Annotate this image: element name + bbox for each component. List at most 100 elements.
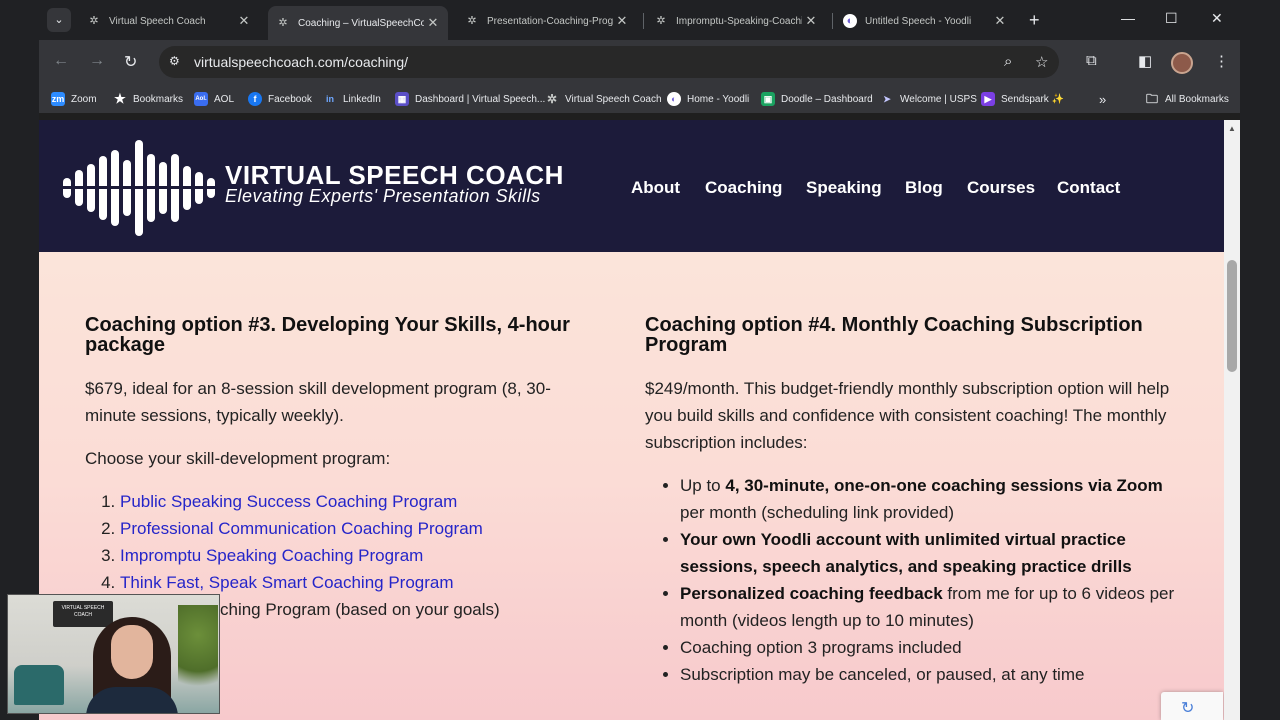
bookmark-aol[interactable]: Aol. AOL — [194, 92, 234, 106]
list-item: Up to 4, 30-minute, one-on-one coaching … — [680, 472, 1175, 526]
sound-wave-logo-icon — [63, 140, 221, 236]
recaptcha-icon: ↻ — [1181, 700, 1195, 717]
nav-contact[interactable]: Contact — [1057, 178, 1120, 198]
sendspark-icon: ▶ — [981, 92, 995, 106]
bookmark-label: Virtual Speech Coach — [565, 93, 662, 105]
bookmark-usps[interactable]: ➤ Welcome | USPS — [880, 92, 977, 106]
bookmark-linkedin[interactable]: in LinkedIn — [323, 92, 381, 106]
all-bookmarks[interactable]: 🗀 All Bookmarks — [1145, 92, 1229, 106]
maximize-icon[interactable]: ☐ — [1165, 10, 1178, 27]
page-scrollbar[interactable]: ▲ — [1224, 120, 1240, 720]
bookmark-label: Home - Yoodli — [687, 93, 750, 105]
bookmark-yoodli[interactable]: ◐ Home - Yoodli — [667, 92, 749, 106]
scroll-up-arrow-icon[interactable]: ▲ — [1228, 124, 1236, 133]
bookmark-label: Dashboard | Virtual Speech... — [415, 93, 546, 105]
tab-yoodli[interactable]: ◐ Untitled Speech - Yoodli ✕ — [835, 6, 1015, 36]
bookmark-label: Sendspark ✨ — [1001, 93, 1065, 105]
new-tab-button[interactable]: + — [1029, 10, 1040, 31]
nav-coaching[interactable]: Coaching — [705, 178, 782, 198]
dashboard-icon: ▦ — [395, 92, 409, 106]
nav-courses[interactable]: Courses — [967, 178, 1035, 198]
gear-favicon-icon: ✲ — [89, 15, 99, 27]
tab-strip: ⌄ ✲ Virtual Speech Coach ✕ ✲ Coaching – … — [39, 0, 1240, 40]
bullet-text: per month (scheduling link provided) — [680, 503, 955, 522]
plant-image — [178, 605, 218, 705]
close-icon[interactable]: ✕ — [424, 15, 442, 31]
bookmark-dashboard[interactable]: ▦ Dashboard | Virtual Speech... — [395, 92, 545, 106]
tab-virtual-speech-coach[interactable]: ✲ Virtual Speech Coach ✕ — [79, 6, 259, 36]
tab-presentation-coaching[interactable]: ✲ Presentation-Coaching-Progra ✕ — [457, 6, 637, 36]
bullet-text: Up to — [680, 476, 726, 495]
extensions-icon[interactable]: ⧉ — [1086, 52, 1097, 69]
bookmark-label: Facebook — [268, 93, 312, 105]
chair-image — [14, 665, 64, 705]
tab-label: Presentation-Coaching-Progra — [487, 15, 613, 27]
gear-favicon-icon: ✲ — [467, 15, 477, 27]
list-item: Think Fast, Speak Smart Coaching Program — [120, 569, 585, 596]
tab-separator — [832, 13, 833, 29]
option-4-title: Coaching option #4. Monthly Coaching Sub… — [645, 314, 1143, 356]
search-icon[interactable]: ⌕ — [1004, 53, 1012, 70]
window-close-icon[interactable]: ✕ — [1211, 10, 1223, 27]
tab-label: Coaching – VirtualSpeechCoac — [298, 17, 424, 29]
tab-coaching[interactable]: ✲ Coaching – VirtualSpeechCoac ✕ — [268, 6, 448, 40]
address-bar[interactable]: ⚙ virtualspeechcoach.com/coaching/ ⌕ ☆ — [159, 46, 1059, 78]
program-link[interactable]: Impromptu Speaking Coaching Program — [120, 546, 423, 565]
url-text[interactable]: virtualspeechcoach.com/coaching/ — [194, 54, 408, 70]
bookmark-label: LinkedIn — [343, 93, 381, 105]
program-link[interactable]: Public Speaking Success Coaching Program — [120, 492, 457, 511]
tab-impromptu-speaking[interactable]: ✲ Impromptu-Speaking-Coachin ✕ — [646, 6, 826, 36]
bookmarks-overflow-icon[interactable]: » — [1099, 92, 1106, 107]
avatar[interactable] — [1171, 52, 1193, 74]
minimize-icon[interactable]: — — [1121, 10, 1135, 26]
list-item: Subscription may be canceled, or paused,… — [680, 661, 1175, 688]
logo-subtitle: Elevating Experts' Presentation Skills — [225, 186, 541, 206]
bookmark-label: Welcome | USPS — [900, 93, 977, 105]
star-icon[interactable]: ☆ — [1035, 53, 1048, 71]
recaptcha-badge[interactable]: ↻ — [1161, 692, 1223, 720]
nav-speaking[interactable]: Speaking — [806, 178, 882, 198]
site-info-icon[interactable]: ⚙ — [169, 54, 180, 68]
bookmark-bookmarks[interactable]: ★ Bookmarks — [113, 92, 183, 106]
bookmark-virtual-speech-coach[interactable]: ✲ Virtual Speech Coach — [545, 92, 662, 106]
menu-icon[interactable]: ⋮ — [1214, 52, 1229, 70]
doodle-icon: ▣ — [761, 92, 775, 106]
close-icon[interactable]: ✕ — [802, 13, 820, 29]
bookmark-doodle[interactable]: ▣ Doodle – Dashboard — [761, 92, 873, 106]
reload-icon[interactable]: ↻ — [124, 52, 137, 72]
bookmark-label: Zoom — [71, 93, 97, 105]
gear-favicon-icon: ✲ — [278, 17, 288, 29]
gear-favicon-icon: ✲ — [656, 15, 666, 27]
site-header: VIRTUAL SPEECH COACH Elevating Experts' … — [39, 120, 1224, 252]
bookmark-facebook[interactable]: f Facebook — [248, 92, 312, 106]
bookmark-sendspark[interactable]: ▶ Sendspark ✨ — [981, 92, 1064, 106]
close-icon[interactable]: ✕ — [613, 13, 631, 29]
nav-blog[interactable]: Blog — [905, 178, 943, 198]
bullet-text: Coaching option 3 programs included — [680, 638, 962, 657]
bookmark-zoom[interactable]: zm Zoom — [51, 92, 97, 106]
folder-icon: 🗀 — [1145, 92, 1158, 106]
tab-separator — [643, 13, 644, 29]
forward-arrow-icon[interactable]: → — [89, 52, 105, 70]
bookmark-label: Bookmarks — [133, 93, 184, 105]
presenter-face — [111, 625, 153, 679]
side-panel-icon[interactable]: ◧ — [1138, 52, 1152, 70]
zoom-icon: zm — [51, 92, 65, 106]
browser-toolbar: ← → ↻ ⚙ virtualspeechcoach.com/coaching/… — [39, 40, 1240, 84]
tab-label: Virtual Speech Coach — [109, 15, 206, 27]
tab-search-button[interactable]: ⌄ — [47, 8, 71, 32]
program-link[interactable]: Professional Communication Coaching Prog… — [120, 519, 483, 538]
close-icon[interactable]: ✕ — [991, 13, 1009, 29]
yoodli-favicon-icon: ◐ — [843, 14, 857, 28]
close-icon[interactable]: ✕ — [235, 13, 253, 29]
linkedin-icon: in — [326, 94, 334, 104]
bookmark-label: All Bookmarks — [1165, 93, 1229, 105]
option-4-intro-cont: subscription includes: — [645, 433, 808, 452]
subscription-benefits-list: Up to 4, 30-minute, one-on-one coaching … — [645, 472, 1175, 688]
nav-about[interactable]: About — [631, 178, 680, 198]
program-link[interactable]: Think Fast, Speak Smart Coaching Program — [120, 573, 454, 592]
scroll-thumb[interactable] — [1227, 260, 1237, 372]
list-item: Coaching option 3 programs included — [680, 634, 1175, 661]
back-arrow-icon[interactable]: ← — [53, 52, 69, 70]
option-3-choose: Choose your skill-development program: — [85, 449, 391, 468]
